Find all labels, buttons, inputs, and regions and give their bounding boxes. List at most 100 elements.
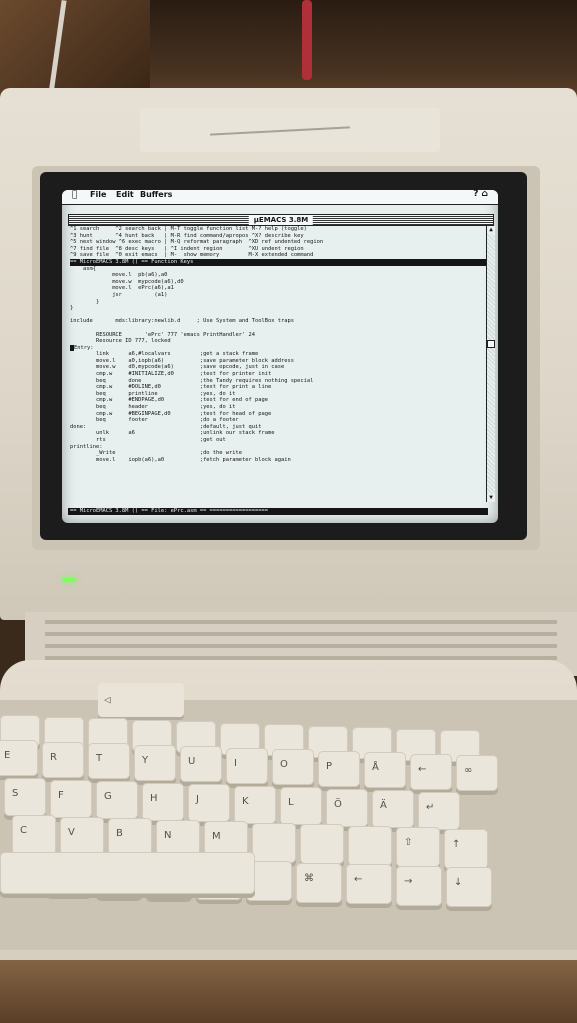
keyboard-key[interactable]: Ä (372, 790, 414, 828)
code-line: done: ;default, just quit (70, 423, 262, 430)
code-line: move.l ePrc(a6),a1 (70, 285, 174, 292)
keyboard-key[interactable]: → (396, 865, 442, 906)
key-label: G (104, 791, 112, 802)
key-label: ↓ (454, 877, 463, 888)
help-line: ^3 hunt ^4 hunt back | M-R find command/… (70, 232, 304, 239)
key-label: K (242, 795, 249, 807)
keyboard-key[interactable]: ↓ (446, 867, 492, 907)
keyboard-key[interactable]: ↑ (444, 828, 488, 869)
code-line: move.l pb(a6),a0 (70, 272, 168, 279)
modeline-file: == MicroEMACS 3.8M () == File: ePrc.asm … (68, 508, 488, 515)
key-label: C (20, 825, 27, 836)
keyboard-key[interactable]: U (180, 746, 222, 782)
keyboard-key[interactable]: H (142, 782, 184, 821)
keyboard-key[interactable]: S (4, 778, 46, 816)
key-label: O (280, 759, 288, 770)
key-label: Ä (380, 800, 387, 811)
key-label: L (288, 797, 294, 808)
help-line: ^7 find file ^8 desc keys | ^I indent re… (70, 245, 304, 252)
keyboard-key[interactable]: C (12, 815, 56, 855)
key-label: B (116, 828, 123, 839)
key-label: N (164, 829, 172, 841)
monitor-top-panel (140, 108, 440, 152)
keyboard-key[interactable]: V (60, 816, 104, 857)
code-line: cmp.w #ENDPAGE,d0 ;test for end of page (70, 397, 268, 404)
window-title: μEMACS 3.8M (248, 215, 314, 225)
wooden-desk (0, 950, 577, 1023)
editor-text-area[interactable]: ^1 search ^2 search back | M-T toggle fu… (68, 226, 488, 506)
key-label: T (96, 753, 103, 764)
menubar-status-icons[interactable]: ? ⌂ (473, 190, 488, 198)
code-line: move.l a0,iopb(a6) ;save parameter block… (70, 357, 294, 364)
code-line: } (70, 305, 74, 312)
scroll-down-arrow-icon[interactable]: ▼ (487, 494, 495, 502)
key-label: J (196, 794, 199, 805)
help-line: ^5 next window ^6 exec macro | M-Q refor… (70, 239, 324, 246)
key-label: V (68, 826, 75, 838)
code-line: _Write ;do the write (70, 450, 243, 457)
code-line: RESOURCE 'ePrc' 777 'emacs PrintHandler'… (70, 331, 255, 338)
code-line: beq footer ;do a footer (70, 417, 239, 424)
keyboard-key[interactable]: R (42, 741, 84, 778)
keyboard-key[interactable]: Y (134, 744, 176, 781)
code-line: beq printline ;yes, do it (70, 390, 236, 397)
keyboard-key[interactable]: ∞ (456, 755, 498, 791)
key-label: ⌘ (304, 872, 314, 884)
crt-screen:  File Edit Buffers ? ⌂ μEMACS 3.8M ^1 s… (62, 190, 498, 523)
keyboard-key[interactable]: F (50, 779, 92, 818)
key-label: ← (418, 763, 427, 775)
key-label: ↑ (452, 838, 461, 850)
code-line: asm{ (70, 265, 96, 272)
help-line: ^1 search ^2 search back | M-T toggle fu… (70, 226, 307, 232)
keyboard-key[interactable]: Ö (326, 788, 368, 827)
keyboard-key[interactable]: ⌘ (296, 862, 342, 903)
keyboard-key[interactable]: E (0, 740, 38, 776)
scroll-up-arrow-icon[interactable]: ▲ (487, 226, 495, 234)
code-line: cmp.w #DOLINE,d0 ;test for print a line (70, 384, 272, 391)
help-line: ^9 save file ^0 exit emacs | M- show mem… (70, 252, 314, 259)
keyboard-key[interactable]: ↵ (418, 791, 460, 830)
space-bar[interactable] (0, 852, 255, 894)
keyboard-key[interactable]: K (234, 785, 276, 824)
keyboard-key[interactable]: J (188, 784, 230, 822)
menu-buffers[interactable]: Buffers (140, 191, 172, 199)
scroll-thumb[interactable] (487, 340, 495, 348)
keyboard-key[interactable] (348, 825, 392, 866)
code-line: cmp.w #INITIALIZE,d0 ;test for printer i… (70, 371, 272, 378)
keyboard-key[interactable]: ← (346, 864, 392, 904)
power-key[interactable]: ◁ (98, 683, 184, 717)
window-titlebar[interactable]: μEMACS 3.8M (68, 214, 494, 226)
keyboard-key[interactable]: T (88, 743, 130, 779)
keyboard-key[interactable]: O (272, 749, 314, 785)
key-label: R (50, 751, 57, 763)
code-line: link a6,#localvars ;get a stack frame (70, 351, 259, 358)
modeline-function-keys: == MicroEMACS 3.8M () == Function Keys (70, 258, 488, 266)
wooden-shelf (0, 0, 150, 95)
key-label: F (58, 789, 64, 801)
keyboard-key[interactable] (300, 824, 344, 864)
apple-menu-icon[interactable]:  (72, 191, 77, 199)
key-label: U (188, 756, 196, 767)
code-line: move.l iopb(a6),a0 ;fetch parameter bloc… (70, 456, 291, 463)
keyboard-key[interactable] (252, 822, 296, 863)
keyboard-key[interactable]: P (318, 750, 360, 787)
key-label: ↵ (426, 801, 435, 813)
keyboard-key[interactable]: Å (364, 752, 406, 788)
code-line: printline: (70, 443, 103, 450)
key-label: M (212, 831, 221, 842)
menu-file[interactable]: File (90, 191, 106, 199)
keyboard-key[interactable]: ← (410, 753, 452, 790)
key-label: Å (372, 762, 379, 773)
code-line: Resource ID 777, locked (70, 338, 171, 345)
keyboard-key[interactable]: G (96, 781, 138, 819)
key-label: H (150, 792, 158, 804)
vertical-scrollbar[interactable]: ▲ ▼ (486, 226, 495, 502)
code-line: unlk a6 ;unlink our stack frame (70, 430, 275, 437)
keyboard-key[interactable]: I (226, 747, 268, 784)
key-label: Y (142, 754, 149, 766)
code-line: } (70, 298, 100, 305)
keyboard-key[interactable]: L (280, 787, 322, 825)
keyboard-key[interactable]: ⇧ (396, 827, 440, 867)
menu-edit[interactable]: Edit (116, 191, 134, 199)
